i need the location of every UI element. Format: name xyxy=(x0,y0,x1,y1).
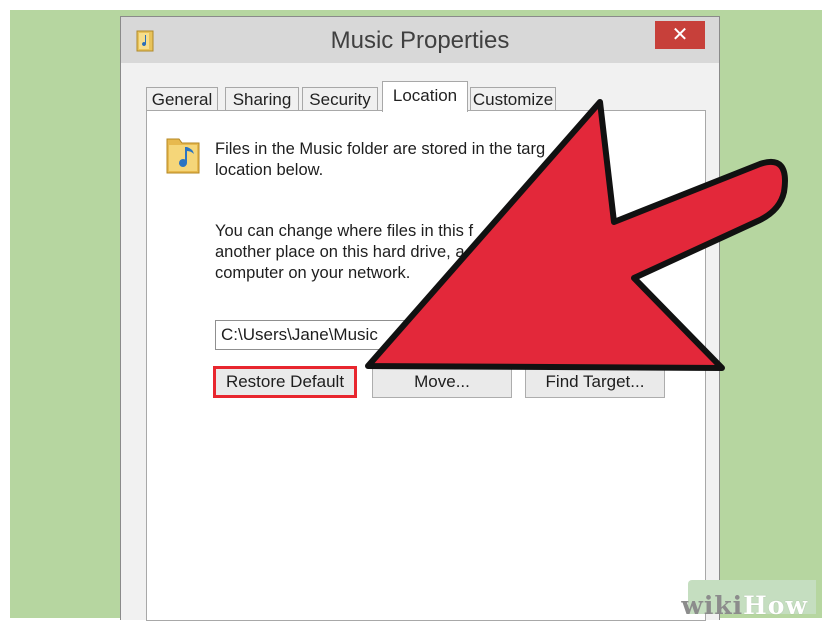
watermark-part2: How xyxy=(743,591,808,620)
title-bar: Music Properties ✕ xyxy=(121,17,719,63)
wikihow-watermark: wikiHow xyxy=(681,580,816,620)
close-button[interactable]: ✕ xyxy=(655,21,705,49)
folder-music-icon xyxy=(166,138,200,174)
tab-general[interactable]: General xyxy=(146,87,218,111)
info-text-line2: location below. xyxy=(215,161,324,179)
wikihow-logo: wikiHow xyxy=(681,591,808,620)
restore-default-button[interactable]: Restore Default xyxy=(213,366,357,398)
tab-sharing[interactable]: Sharing xyxy=(225,87,299,111)
tab-location[interactable]: Location xyxy=(382,81,468,112)
watermark-part1: wiki xyxy=(681,591,744,620)
red-arrow-annotation xyxy=(365,99,788,371)
window-title: Music Properties xyxy=(330,27,510,54)
